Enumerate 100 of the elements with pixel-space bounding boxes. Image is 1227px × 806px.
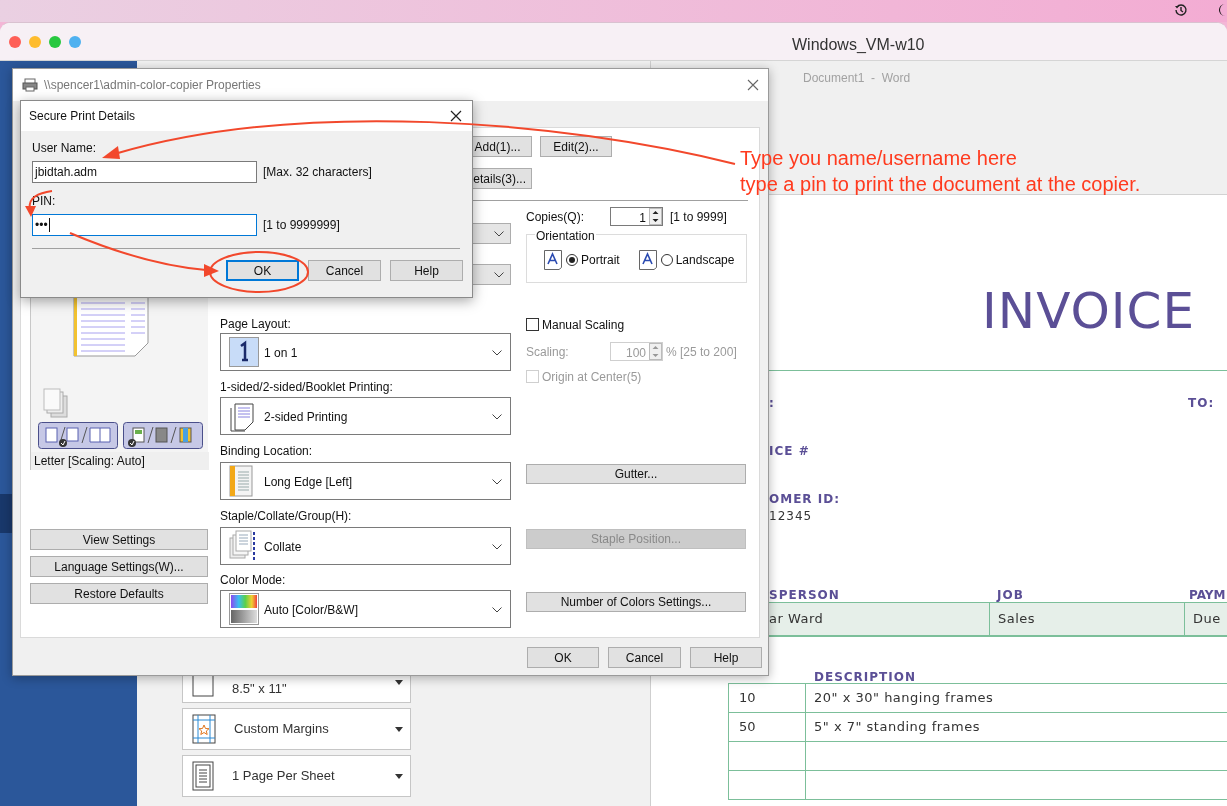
dropdown[interactable]: 2-sided Printing bbox=[220, 397, 511, 435]
field-label: Staple/Collate/Group(H): bbox=[220, 508, 353, 524]
field-label: Scaling: bbox=[526, 343, 570, 361]
copies-stack-icon bbox=[43, 388, 68, 418]
spin-value: 100 bbox=[625, 345, 646, 362]
checkbox-label[interactable]: Manual Scaling bbox=[542, 315, 625, 334]
field-label: Binding Location: bbox=[220, 443, 314, 459]
chevron-down-icon bbox=[494, 272, 504, 278]
field-label: : bbox=[769, 395, 775, 412]
field-label: PIN: bbox=[32, 194, 57, 209]
chevron-down-icon bbox=[492, 414, 502, 420]
radio-label[interactable]: Portrait bbox=[581, 250, 620, 269]
chevron-down-icon bbox=[494, 231, 504, 237]
dialog-button[interactable]: Restore Defaults bbox=[30, 583, 208, 604]
printer-icon bbox=[22, 78, 38, 92]
dropdown[interactable]: Long Edge [Left] bbox=[220, 462, 511, 500]
dropdown-arrow-icon[interactable] bbox=[395, 727, 403, 732]
chevron-down-icon bbox=[492, 479, 502, 485]
dialog-button[interactable]: Help bbox=[390, 260, 463, 281]
field-label: 1-sided/2-sided/Booklet Printing: bbox=[220, 379, 394, 395]
column-header: JOB bbox=[997, 587, 1024, 604]
field-hint: [Max. 32 characters] bbox=[263, 164, 372, 181]
page-orientation-icon bbox=[638, 249, 657, 270]
field-label: Copies(Q): bbox=[526, 208, 585, 226]
table-cell-text: ar Ward bbox=[769, 610, 825, 629]
column-header: SPERSON bbox=[769, 587, 840, 604]
dialog-button[interactable]: Number of Colors Settings... bbox=[526, 592, 746, 612]
print-setting-dropdown[interactable]: 1 Page Per Sheet bbox=[182, 755, 411, 797]
dialog-button[interactable]: Cancel bbox=[608, 647, 681, 668]
dialog-button[interactable]: Language Settings(W)... bbox=[30, 556, 208, 577]
window-title: Windows_VM-w10 bbox=[792, 35, 925, 55]
binding-icon bbox=[229, 465, 253, 497]
annotation-text: Type you name/username here bbox=[740, 146, 1018, 171]
radio-button[interactable] bbox=[566, 253, 578, 266]
print-setting-dropdown[interactable]: Custom Margins bbox=[182, 708, 411, 750]
invoice-heading: INVOICE bbox=[982, 281, 1196, 341]
color-options-icon[interactable] bbox=[123, 422, 203, 449]
dropdown[interactable]: Auto [Color/B&W] bbox=[220, 590, 511, 628]
dropdown[interactable]: 1 on 1 bbox=[220, 333, 511, 371]
close-icon[interactable] bbox=[450, 110, 462, 122]
pages-icon bbox=[192, 761, 214, 791]
table-cell-text: 5" x 7" standing frames bbox=[813, 718, 981, 737]
annotation-arrow bbox=[25, 190, 53, 217]
radio-button[interactable] bbox=[660, 253, 673, 266]
dialog-button[interactable]: OK bbox=[527, 647, 599, 668]
table-cell-text: 20" x 30" hanging frames bbox=[813, 689, 995, 708]
field-label: OMER ID: bbox=[769, 491, 840, 508]
dialog-button[interactable]: Gutter... bbox=[526, 464, 746, 484]
radio-label[interactable]: Landscape bbox=[675, 250, 735, 269]
checkbox[interactable] bbox=[526, 318, 539, 331]
field-label: ICE # bbox=[769, 443, 810, 460]
margins-icon bbox=[192, 714, 216, 744]
close-window-button[interactable] bbox=[9, 35, 21, 48]
table-cell: Sales bbox=[989, 603, 1184, 635]
layout-icon bbox=[229, 337, 259, 367]
customer-id: 12345 bbox=[769, 508, 813, 525]
dialog-button[interactable]: View Settings bbox=[30, 529, 208, 550]
dropdown-value: Auto [Color/B&W] bbox=[264, 602, 359, 619]
spinner-arrows-icon[interactable] bbox=[649, 208, 662, 225]
annotation-text: type a pin to print the document at the copier. bbox=[740, 172, 1141, 197]
field-label: Page Layout: bbox=[220, 316, 292, 332]
table-cell: 10 bbox=[728, 684, 806, 712]
layout-options-icon[interactable] bbox=[38, 422, 118, 449]
dropdown-value: 1 on 1 bbox=[264, 345, 298, 362]
table-cell: Due bbox=[1184, 603, 1227, 635]
dropdown-arrow-icon[interactable] bbox=[395, 680, 403, 685]
input-field[interactable]: jbidtah.adm bbox=[32, 161, 257, 183]
dialog-title: \\spencer1\admin-color-copier Properties bbox=[44, 77, 261, 94]
color-icon bbox=[229, 593, 259, 625]
chevron-down-icon bbox=[492, 350, 502, 356]
chevron-down-icon bbox=[492, 544, 502, 550]
dialog-button[interactable]: Help bbox=[690, 647, 762, 668]
document-title: Document1 - Word bbox=[803, 70, 911, 87]
history-icon[interactable] bbox=[1174, 3, 1188, 17]
spin-box[interactable]: 1 bbox=[610, 207, 663, 226]
collate-icon bbox=[229, 530, 257, 562]
dialog-button[interactable]: OK bbox=[226, 260, 299, 281]
dropdown-arrow-icon[interactable] bbox=[395, 774, 403, 779]
chevron-down-icon bbox=[492, 607, 502, 613]
input-field[interactable]: ••• bbox=[32, 214, 257, 236]
dropdown-value: Collate bbox=[264, 539, 302, 556]
dialog-button[interactable]: Edit(2)... bbox=[540, 136, 612, 157]
duplex-icon bbox=[229, 400, 255, 432]
page-orientation-icon bbox=[544, 249, 562, 270]
range-hint: [1 to 9999] bbox=[670, 208, 727, 226]
column-header: DESCRIPTION bbox=[814, 669, 916, 686]
setting-label: 1 Page Per Sheet bbox=[232, 767, 335, 785]
field-label: TO: bbox=[1188, 395, 1215, 412]
field-label: Color Mode: bbox=[220, 572, 287, 588]
spin-value: 1 bbox=[639, 210, 646, 227]
dialog-title: Secure Print Details bbox=[29, 108, 136, 125]
column-header: PAYM bbox=[1189, 587, 1226, 604]
table-cell: 50 bbox=[728, 713, 806, 741]
dropdown[interactable]: Collate bbox=[220, 527, 511, 565]
dropdown-value: 2-sided Printing bbox=[264, 409, 348, 426]
range-hint: % [25 to 200] bbox=[666, 343, 737, 361]
dropdown-value: Long Edge [Left] bbox=[264, 474, 353, 491]
dialog-button[interactable]: Cancel bbox=[308, 260, 381, 281]
field-label: User Name: bbox=[32, 141, 97, 156]
setting-detail: 8.5" x 11" bbox=[232, 680, 287, 698]
